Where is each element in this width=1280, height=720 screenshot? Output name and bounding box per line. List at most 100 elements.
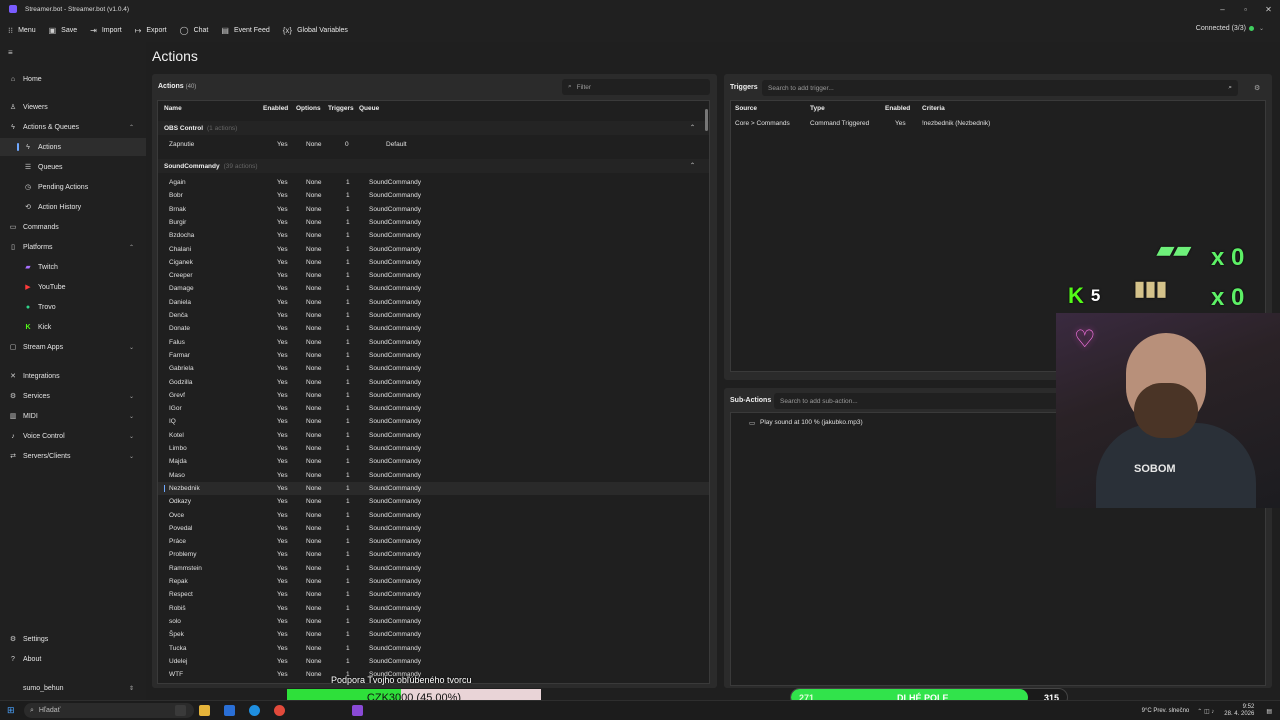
sidebar-profile[interactable]: sumo_behun ⇕ <box>0 679 146 697</box>
table-row[interactable]: Respect Yes None 1 SoundCommandy <box>158 588 709 601</box>
table-row[interactable]: Denča Yes None 1 SoundCommandy <box>158 309 709 322</box>
column-type[interactable]: Type <box>810 105 825 112</box>
export-button[interactable]: ↦ Export <box>135 26 167 35</box>
store-icon[interactable] <box>224 705 235 716</box>
table-row[interactable]: Odkazy Yes None 1 SoundCommandy <box>158 495 709 508</box>
connection-status[interactable]: Connected (3/3) ⌄ <box>1196 25 1264 32</box>
sidebar-item-kick[interactable]: K Kick <box>0 318 146 336</box>
column-source[interactable]: Source <box>735 105 757 112</box>
column-options[interactable]: Options <box>296 105 321 112</box>
column-name[interactable]: Name <box>164 105 182 112</box>
sidebar-item-services[interactable]: ⚙ Services ⌄ <box>0 387 146 405</box>
table-row[interactable]: IQ Yes None 1 SoundCommandy <box>158 415 709 428</box>
table-row[interactable]: Ciganek Yes None 1 SoundCommandy <box>158 256 709 269</box>
taskbar-search[interactable]: ⌕ Hľadať <box>24 703 194 718</box>
column-queue[interactable]: Queue <box>359 105 379 112</box>
table-row[interactable]: Zapnutie Yes None 0 Default <box>158 138 709 151</box>
event-feed-button[interactable]: ▤ Event Feed <box>221 26 269 35</box>
table-row[interactable]: Godzilla Yes None 1 SoundCommandy <box>158 376 709 389</box>
sidebar-item-midi[interactable]: ▥ MIDI ⌄ <box>0 407 146 425</box>
close-icon[interactable]: ✕ <box>1257 0 1280 18</box>
sidebar-item-commands[interactable]: ▭ Commands <box>0 218 146 236</box>
task-view-icon[interactable] <box>175 705 186 716</box>
table-row[interactable]: Povedal Yes None 1 SoundCommandy <box>158 522 709 535</box>
table-row[interactable]: solo Yes None 1 SoundCommandy <box>158 615 709 628</box>
table-row[interactable]: Daniela Yes None 1 SoundCommandy <box>158 296 709 309</box>
sidebar-item-stream-apps[interactable]: ▢ Stream Apps ⌄ <box>0 338 146 356</box>
edge-icon[interactable] <box>249 705 260 716</box>
table-row[interactable]: Burgir Yes None 1 SoundCommandy <box>158 216 709 229</box>
trigger-row[interactable]: Core > Commands Command Triggered Yes !n… <box>731 117 1265 130</box>
table-row[interactable]: Špek Yes None 1 SoundCommandy <box>158 628 709 641</box>
table-row[interactable]: Práce Yes None 1 SoundCommandy <box>158 535 709 548</box>
sidebar-item-viewers[interactable]: ♙ Viewers <box>0 98 146 116</box>
chrome-icon[interactable] <box>274 705 285 716</box>
subaction-search-input[interactable]: Search to add sub-action... <box>774 393 1104 409</box>
group-soundcommandy[interactable]: SoundCommandy (39 actions) ⌃ <box>158 159 709 173</box>
clock[interactable]: 9:52 28. 4. 2026 <box>1224 704 1254 718</box>
table-row[interactable]: Kotel Yes None 1 SoundCommandy <box>158 429 709 442</box>
sidebar-item-youtube[interactable]: ▶ YouTube <box>0 278 146 296</box>
hamburger-icon[interactable]: ≡ <box>8 48 13 57</box>
table-row[interactable]: Rammstein Yes None 1 SoundCommandy <box>158 562 709 575</box>
scrollbar-thumb[interactable] <box>705 109 708 131</box>
app-icon[interactable] <box>352 705 363 716</box>
trigger-search-input[interactable]: Search to add trigger... ⌕ <box>762 80 1238 96</box>
sidebar-item-platforms[interactable]: ▯ Platforms ⌃ <box>0 238 146 256</box>
table-row[interactable]: Bzdocha Yes None 1 SoundCommandy <box>158 229 709 242</box>
table-row[interactable]: Gabriela Yes None 1 SoundCommandy <box>158 362 709 375</box>
sidebar-item-actions-queues[interactable]: ϟ Actions & Queues ⌃ <box>0 118 146 136</box>
table-row[interactable]: Limbo Yes None 1 SoundCommandy <box>158 442 709 455</box>
menu-button[interactable]: ⁝⁝ Menu <box>8 26 36 35</box>
table-row[interactable]: Repak Yes None 1 SoundCommandy <box>158 575 709 588</box>
table-row[interactable]: Farmar Yes None 1 SoundCommandy <box>158 349 709 362</box>
sidebar-item-home[interactable]: ⌂ Home <box>0 70 146 88</box>
table-row[interactable]: Damage Yes None 1 SoundCommandy <box>158 282 709 295</box>
minimize-icon[interactable]: – <box>1211 0 1234 18</box>
settings-icon[interactable]: ⚙ <box>1254 84 1260 92</box>
sidebar-item-integrations[interactable]: ✕ Integrations <box>0 367 146 385</box>
table-row[interactable]: Nezbednik Yes None 1 SoundCommandy <box>158 481 709 495</box>
sidebar-item-servers-clients[interactable]: ⇄ Servers/Clients ⌄ <box>0 447 146 465</box>
sidebar-item-voice-control[interactable]: ♪ Voice Control ⌄ <box>0 427 146 445</box>
table-row[interactable]: IGor Yes None 1 SoundCommandy <box>158 402 709 415</box>
sidebar-item-action-history[interactable]: ⟲ Action History <box>0 198 146 216</box>
table-row[interactable]: Robiš Yes None 1 SoundCommandy <box>158 602 709 615</box>
table-row[interactable]: Udelej Yes None 1 SoundCommandy <box>158 655 709 668</box>
table-row[interactable]: Bobr Yes None 1 SoundCommandy <box>158 189 709 202</box>
sidebar-item-actions[interactable]: ϟ Actions <box>0 138 146 156</box>
windows-start-icon[interactable]: ⊞ <box>7 705 17 715</box>
sidebar-item-twitch[interactable]: ▰ Twitch <box>0 258 146 276</box>
filter-input[interactable]: ⌕ Filter <box>562 79 710 95</box>
column-triggers[interactable]: Triggers <box>328 105 354 112</box>
sidebar-item-about[interactable]: ? About <box>0 650 146 668</box>
tray-icons[interactable]: ⌃ ◫ ♪ <box>1197 708 1214 715</box>
column-criteria[interactable]: Criteria <box>922 105 945 112</box>
column-enabled[interactable]: Enabled <box>263 105 288 112</box>
sidebar-item-pending-actions[interactable]: ◷ Pending Actions <box>0 178 146 196</box>
table-row[interactable]: Maso Yes None 1 SoundCommandy <box>158 469 709 482</box>
sidebar-item-queues[interactable]: ☰ Queues <box>0 158 146 176</box>
table-row[interactable]: Again Yes None 1 SoundCommandy <box>158 176 709 189</box>
table-row[interactable]: Donate Yes None 1 SoundCommandy <box>158 322 709 335</box>
table-row[interactable]: Grevf Yes None 1 SoundCommandy <box>158 389 709 402</box>
sidebar-item-settings[interactable]: ⚙ Settings <box>0 630 146 648</box>
table-row[interactable]: Problemy Yes None 1 SoundCommandy <box>158 548 709 561</box>
global-variables-button[interactable]: {x} Global Variables <box>283 26 348 35</box>
sidebar-item-trovo[interactable]: ● Trovo <box>0 298 146 316</box>
save-button[interactable]: ▣ Save <box>49 26 78 35</box>
group-obs-control[interactable]: OBS Control (1 actions) ⌃ <box>158 121 709 135</box>
table-row[interactable]: Brnak Yes None 1 SoundCommandy <box>158 203 709 216</box>
notification-icon[interactable]: ▤ <box>1266 708 1272 715</box>
chat-button[interactable]: ◯ Chat <box>180 26 209 35</box>
table-row[interactable]: Falus Yes None 1 SoundCommandy <box>158 336 709 349</box>
file-explorer-icon[interactable] <box>199 705 210 716</box>
table-row[interactable]: Majda Yes None 1 SoundCommandy <box>158 455 709 468</box>
table-row[interactable]: Creeper Yes None 1 SoundCommandy <box>158 269 709 282</box>
table-row[interactable]: Tucka Yes None 1 SoundCommandy <box>158 642 709 655</box>
maximize-icon[interactable]: ▫ <box>1234 0 1257 18</box>
import-button[interactable]: ⇥ Import <box>90 26 122 35</box>
table-row[interactable]: Ovce Yes None 1 SoundCommandy <box>158 509 709 522</box>
table-row[interactable]: Chalani Yes None 1 SoundCommandy <box>158 243 709 256</box>
column-enabled[interactable]: Enabled <box>885 105 910 112</box>
